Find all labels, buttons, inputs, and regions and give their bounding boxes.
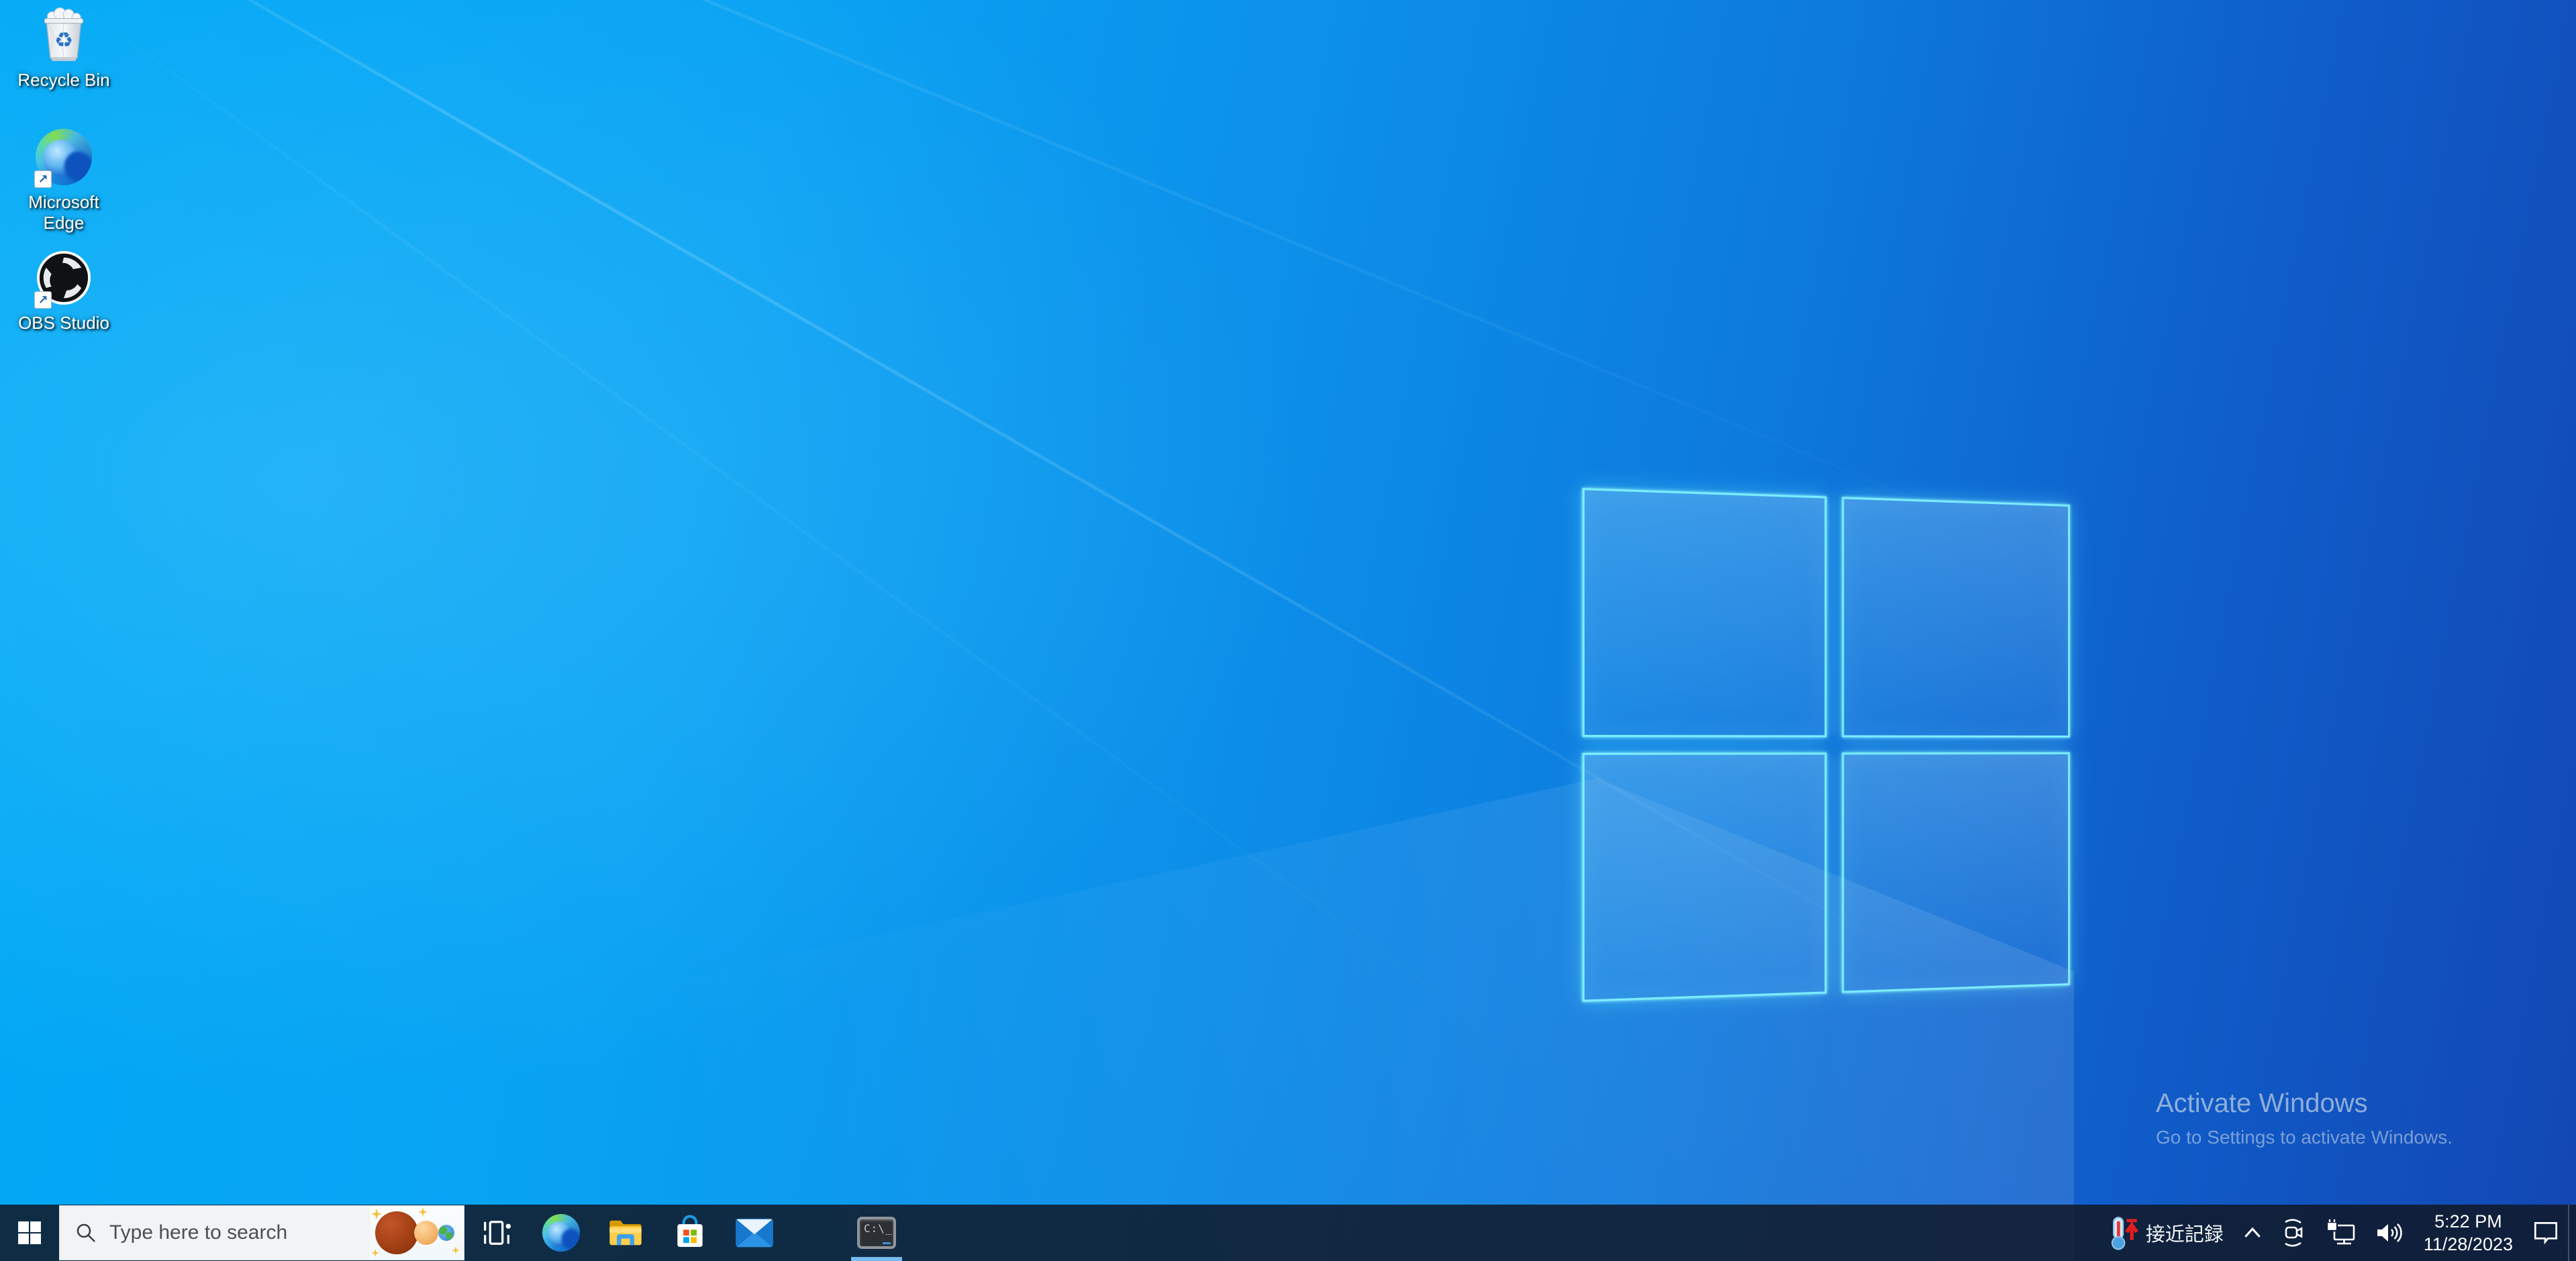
microsoft-store-icon xyxy=(671,1214,709,1252)
sparkle-icon xyxy=(418,1207,428,1217)
windows-logo-pane xyxy=(1842,497,2070,738)
taskbar-spacer xyxy=(787,1205,844,1261)
search-input[interactable] xyxy=(108,1221,370,1245)
desktop-icon-obs-studio[interactable]: ↗ OBS Studio xyxy=(12,246,115,334)
task-view-button[interactable] xyxy=(464,1205,529,1261)
system-tray: 接近記録 xyxy=(2097,1205,2576,1261)
windows-desktop: ♻ Recycle Bin ↗ Microsoft Edge ↗ OBS Stu xyxy=(0,0,2576,1261)
tray-clock[interactable]: 5:22 PM 11/28/2023 xyxy=(2413,1210,2524,1256)
taskbar-edge-button[interactable] xyxy=(529,1205,593,1261)
windows-logo-pane xyxy=(1842,752,2070,993)
mail-icon xyxy=(735,1216,774,1250)
camera-icon xyxy=(2277,1217,2310,1249)
search-highlight-image[interactable] xyxy=(370,1206,464,1260)
taskbar-command-prompt-button[interactable]: C:\_ xyxy=(844,1205,909,1261)
clock-time: 5:22 PM xyxy=(2434,1210,2502,1233)
taskbar-microsoft-store-button[interactable] xyxy=(658,1205,722,1261)
desktop-icon-microsoft-edge[interactable]: ↗ Microsoft Edge xyxy=(12,125,115,234)
tray-temperature-button[interactable] xyxy=(2097,1205,2146,1261)
command-prompt-icon: C:\_ xyxy=(857,1217,896,1249)
microsoft-edge-icon: ↗ xyxy=(32,125,96,189)
obs-studio-icon: ↗ xyxy=(32,246,96,310)
clock-date: 11/28/2023 xyxy=(2424,1233,2513,1256)
action-center-icon xyxy=(2530,1217,2561,1248)
svg-text:♻: ♻ xyxy=(54,28,73,52)
sparkle-icon xyxy=(371,1249,379,1257)
show-desktop-button[interactable] xyxy=(2568,1205,2576,1261)
earth-planet-graphic xyxy=(438,1225,454,1241)
tray-proximity-label[interactable]: 接近記録 xyxy=(2146,1219,2234,1247)
action-center-button[interactable] xyxy=(2524,1205,2568,1261)
shortcut-arrow-icon: ↗ xyxy=(34,170,52,188)
chevron-up-icon xyxy=(2241,1224,2264,1242)
light-ray xyxy=(0,0,1575,1093)
search-icon xyxy=(75,1221,97,1244)
desktop-wallpaper xyxy=(0,0,2576,1261)
microsoft-edge-icon xyxy=(542,1214,580,1252)
tray-volume-button[interactable] xyxy=(2365,1205,2413,1261)
desktop-icon-label: Microsoft Edge xyxy=(12,192,115,234)
desktop-icon-label: Recycle Bin xyxy=(17,70,109,91)
shortcut-arrow-icon: ↗ xyxy=(34,291,52,309)
desktop-icon-recycle-bin[interactable]: ♻ Recycle Bin xyxy=(12,3,115,91)
thermometer-icon xyxy=(2104,1214,2139,1252)
sparkle-icon xyxy=(452,1246,460,1254)
desktop-icon-label: OBS Studio xyxy=(18,313,109,334)
speaker-volume-icon xyxy=(2371,1217,2406,1249)
start-button[interactable] xyxy=(0,1205,59,1261)
file-explorer-icon xyxy=(607,1214,644,1252)
tray-hidden-icons-button[interactable] xyxy=(2234,1205,2271,1261)
taskbar-search-box[interactable] xyxy=(59,1205,464,1260)
tray-camera-button[interactable] xyxy=(2271,1205,2316,1261)
taskbar-mail-button[interactable] xyxy=(722,1205,787,1261)
recycle-bin-icon: ♻ xyxy=(32,3,96,67)
tray-network-button[interactable] xyxy=(2316,1205,2365,1261)
sparkle-icon xyxy=(371,1209,382,1219)
windows-start-icon xyxy=(17,1221,42,1245)
light-ray xyxy=(0,0,2018,542)
windows-logo-pane xyxy=(1582,488,1826,738)
task-view-icon xyxy=(479,1215,514,1250)
ethernet-network-icon xyxy=(2323,1217,2358,1249)
wallpaper-windows-logo xyxy=(1582,488,2070,1002)
taskbar-file-explorer-button[interactable] xyxy=(593,1205,658,1261)
windows-logo-pane xyxy=(1582,752,1826,1002)
taskbar: C:\_ 接近記録 xyxy=(0,1205,2576,1261)
running-app-indicator xyxy=(851,1257,902,1261)
moon-planet-graphic xyxy=(414,1221,438,1245)
